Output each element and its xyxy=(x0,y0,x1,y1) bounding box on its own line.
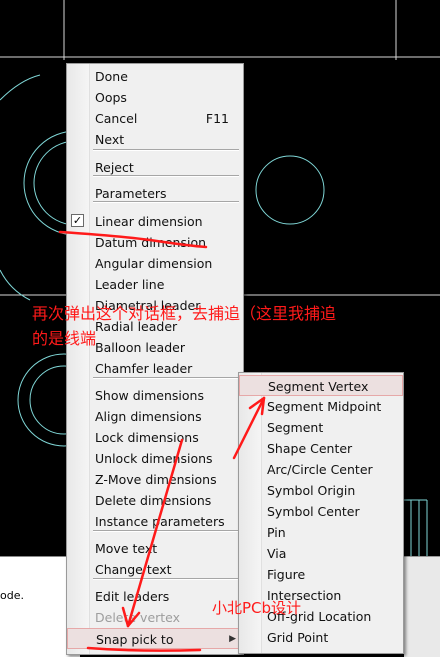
menu-item-label: Lock dimensions xyxy=(95,430,199,445)
context-menu: Done Oops Cancel F11 Next Reject Parameters ✓ Li… xyxy=(66,63,244,655)
submenu-item-label: Segment Vertex xyxy=(268,379,369,394)
watermark-text: 小北PCb设计 xyxy=(212,599,302,617)
menu-item-label: Oops xyxy=(95,90,127,105)
menu-separator xyxy=(93,530,239,532)
menu-item-label: Show dimensions xyxy=(95,388,204,403)
submenu-item[interactable]: Symbol Center xyxy=(239,501,403,522)
submenu-item-label: Symbol Center xyxy=(267,504,360,519)
menu-item[interactable]: Delete dimensions xyxy=(67,490,243,511)
menu-item[interactable]: Angular dimension xyxy=(67,253,243,274)
menu-item-label: Align dimensions xyxy=(95,409,202,424)
menu-item[interactable]: Align dimensions xyxy=(67,406,243,427)
menu-item-label: Delete dimensions xyxy=(95,493,212,508)
menu-separator xyxy=(93,149,239,151)
menu-item-label: Edit leaders xyxy=(95,589,170,604)
submenu-item[interactable]: Figure xyxy=(239,564,403,585)
menu-item[interactable]: Datum dimension xyxy=(67,232,243,253)
submenu-item-label: Symbol Origin xyxy=(267,483,356,498)
menu-item-label: Done xyxy=(95,69,128,84)
submenu-item-label: Segment Midpoint xyxy=(267,399,382,414)
menu-item-label: Chamfer leader xyxy=(95,361,193,376)
menu-item-label: Z-Move dimensions xyxy=(95,472,217,487)
menu-item-label: Datum dimension xyxy=(95,235,207,250)
submenu-item[interactable]: Pin xyxy=(239,522,403,543)
submenu-item-label: Shape Center xyxy=(267,441,353,456)
menu-item[interactable]: Oops xyxy=(67,87,243,108)
menu-item-label: Unlock dimensions xyxy=(95,451,213,466)
menu-item-label: Instance parameters xyxy=(95,514,225,529)
menu-item[interactable]: Instance parameters xyxy=(67,511,243,532)
submenu-item[interactable]: Symbol Origin xyxy=(239,480,403,501)
submenu-item[interactable]: Arc/Circle Center xyxy=(239,459,403,480)
submenu-item[interactable]: Shape Center xyxy=(239,438,403,459)
menu-item[interactable]: Snap pick to ▶ xyxy=(67,628,243,649)
menu-item[interactable]: Cancel F11 xyxy=(67,108,243,129)
menu-item-label: Next xyxy=(95,132,125,147)
submenu-arrow-icon: ▶ xyxy=(229,634,236,644)
menu-item[interactable]: Next xyxy=(67,129,243,150)
menu-separator xyxy=(93,175,239,177)
menu-item-label: Linear dimension xyxy=(95,214,203,229)
menu-item[interactable]: Lock dimensions xyxy=(67,427,243,448)
submenu-item[interactable]: Segment xyxy=(239,417,403,438)
check-icon: ✓ xyxy=(71,214,84,227)
menu-item[interactable]: Unlock dimensions xyxy=(67,448,243,469)
menu-item-label: Snap pick to xyxy=(96,632,174,647)
submenu-item-label: Pin xyxy=(267,525,286,540)
menu-item[interactable]: Show dimensions xyxy=(67,385,243,406)
menu-item-label: Delete vertex xyxy=(95,610,181,625)
menu-item[interactable]: Done xyxy=(67,66,243,87)
annotation-text-2: 的是线端 xyxy=(32,329,97,348)
submenu-item[interactable]: Via xyxy=(239,543,403,564)
status-text: ode. xyxy=(0,589,24,602)
menu-item[interactable]: Chamfer leader xyxy=(67,358,243,379)
menu-item[interactable]: Leader line xyxy=(67,274,243,295)
submenu-item-label: Figure xyxy=(267,567,306,582)
menu-separator xyxy=(93,578,239,580)
submenu-item-label: Via xyxy=(267,546,287,561)
status-bar-right xyxy=(404,556,440,657)
menu-item[interactable]: ✓ Linear dimension xyxy=(67,211,243,232)
submenu-item-label: Arc/Circle Center xyxy=(267,462,373,477)
menu-item-label: Move text xyxy=(95,541,158,556)
menu-item-label: Change text xyxy=(95,562,172,577)
submenu-item[interactable]: Grid Point xyxy=(239,627,403,648)
menu-item[interactable]: Z-Move dimensions xyxy=(67,469,243,490)
annotation-text-1: 再次弹出这个对话框，去捕追（这里我捕追 xyxy=(32,304,337,323)
menu-item[interactable]: Move text xyxy=(67,538,243,559)
menu-item-label: Balloon leader xyxy=(95,340,185,355)
submenu-item[interactable]: Segment Vertex xyxy=(239,375,403,396)
submenu-item-label: Segment xyxy=(267,420,324,435)
menu-item-shortcut: F11 xyxy=(205,111,229,126)
menu-separator xyxy=(93,377,239,379)
menu-item-label: Angular dimension xyxy=(95,256,213,271)
submenu-item-label: Grid Point xyxy=(267,630,329,645)
menu-separator xyxy=(93,201,239,203)
menu-item-label: Leader line xyxy=(95,277,165,292)
menu-item-label: Cancel xyxy=(95,111,138,126)
menu-item[interactable]: Change text xyxy=(67,559,243,580)
submenu-item[interactable]: Segment Midpoint xyxy=(239,396,403,417)
